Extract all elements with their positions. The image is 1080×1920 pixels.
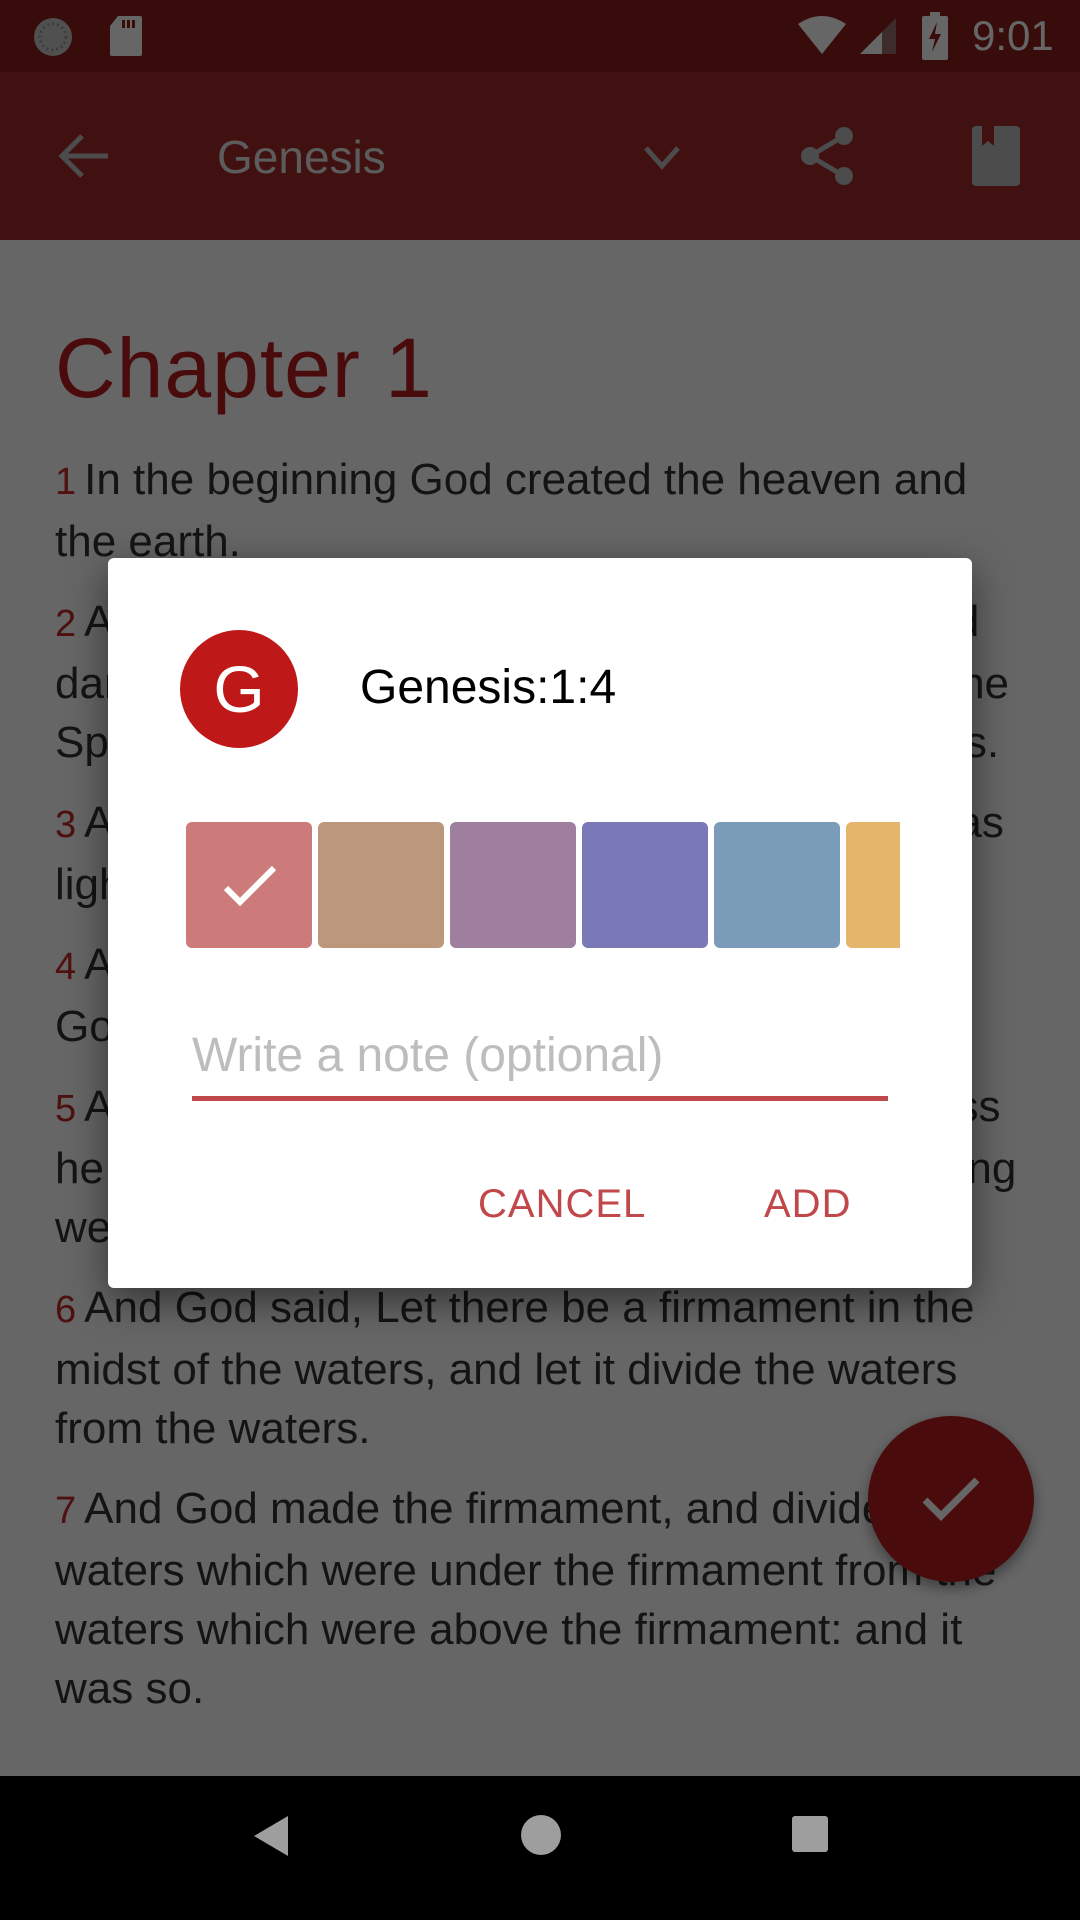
dialog-title: Genesis:1:4: [360, 661, 617, 714]
color-swatch[interactable]: [186, 822, 312, 948]
color-swatch[interactable]: [846, 822, 900, 948]
cancel-button[interactable]: CANCEL: [478, 1182, 646, 1227]
color-swatch[interactable]: [318, 822, 444, 948]
color-swatch[interactable]: [582, 822, 708, 948]
nav-recents-icon[interactable]: [790, 1814, 830, 1854]
navigation-bar: [0, 1776, 1080, 1920]
nav-back-icon[interactable]: [250, 1814, 292, 1858]
add-button[interactable]: ADD: [764, 1182, 851, 1227]
book-avatar: G: [180, 630, 298, 748]
color-picker: [186, 822, 900, 948]
add-highlight-dialog: G Genesis:1:4 CANCEL ADD: [108, 558, 972, 1288]
note-input[interactable]: [192, 1020, 888, 1101]
nav-home-icon[interactable]: [520, 1814, 562, 1856]
color-swatch[interactable]: [450, 822, 576, 948]
color-swatch[interactable]: [714, 822, 840, 948]
check-icon: [223, 865, 277, 907]
